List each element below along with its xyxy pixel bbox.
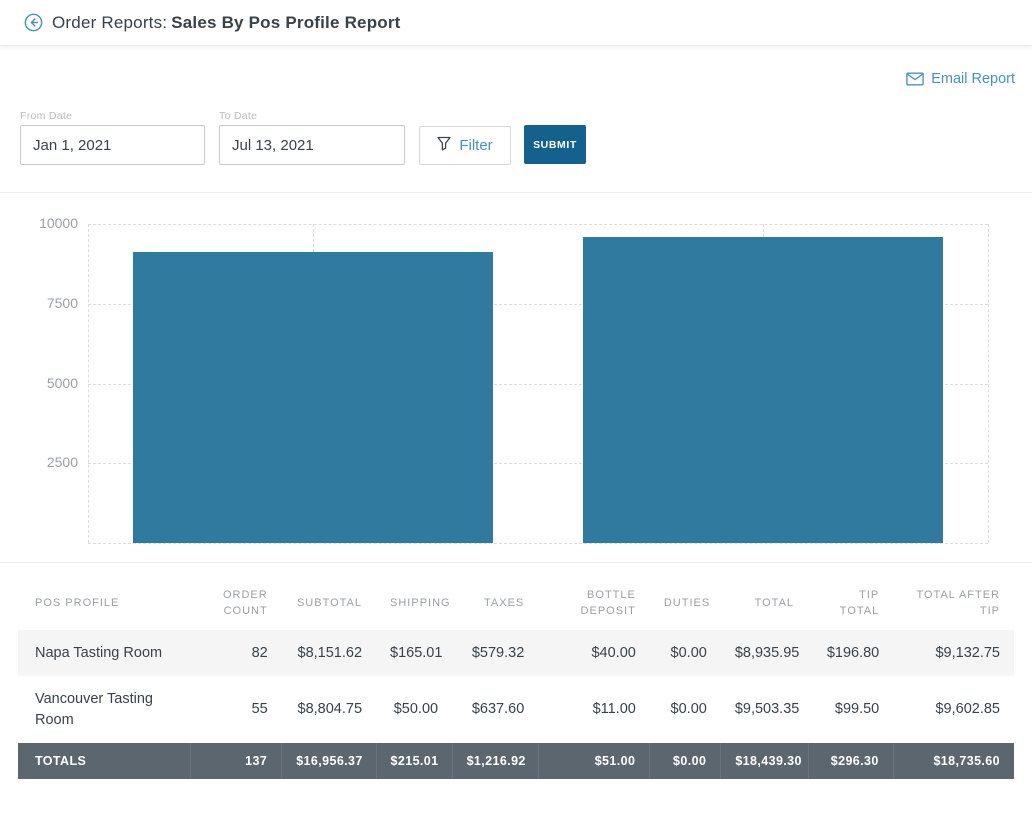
table-cell: $8,935.95 [734, 645, 800, 661]
sales-bar-chart: 10000 7500 5000 2500 [0, 200, 1032, 560]
y-axis-tick-label: 2500 [46, 454, 78, 471]
table-cell: $637.60 [471, 701, 525, 718]
column-header: ORDER COUNT [222, 589, 268, 617]
table-cell: 82 [251, 645, 268, 661]
from-date-input[interactable] [20, 125, 205, 165]
column-header: TOTAL [754, 597, 795, 610]
totals-cell: 137 [189, 742, 282, 779]
table-cell: $40.00 [591, 645, 636, 661]
column-header: POS PROFILE [35, 597, 120, 610]
chart-bar[interactable] [133, 251, 493, 543]
chart-gridline [88, 224, 988, 225]
table-header-row: POS PROFILE ORDER COUNT SUBTOTAL SHIPPING TA… [18, 580, 1014, 630]
page-title-prefix: Order Reports: [52, 12, 168, 32]
column-header: BOTTLE DEPOSIT [580, 589, 636, 617]
table-cell: $196.80 [826, 645, 880, 661]
table-cell: $50.00 [393, 701, 439, 718]
email-report-label: Email Report [931, 71, 1015, 87]
back-icon[interactable] [24, 13, 43, 32]
column-header: TAXES [484, 597, 525, 610]
table-cell: $8,804.75 [297, 701, 363, 718]
from-date-field: From Date [20, 110, 205, 165]
totals-cell: $51.00 [537, 742, 650, 779]
table-cell: $9,132.75 [935, 645, 1000, 661]
y-axis-tick-label: 10000 [39, 215, 78, 231]
y-axis-tick-label: 7500 [46, 294, 78, 311]
filter-button[interactable]: Filter [419, 126, 511, 165]
report-table: POS PROFILE ORDER COUNT SUBTOTAL SHIPPING TA… [18, 580, 1014, 779]
totals-cell: $0.00 [649, 742, 721, 779]
table-row[interactable]: Napa Tasting Room 82 $8,151.62 $165.01 $579.… [18, 630, 1014, 677]
table-cell: $11.00 [592, 701, 636, 718]
totals-cell: $16,956.37 [281, 742, 377, 779]
funnel-icon [437, 136, 451, 155]
table-cell: $0.00 [670, 701, 707, 718]
chart-baseline [88, 543, 988, 544]
column-header: TIP TOTAL [839, 589, 880, 617]
to-date-field: To Date [219, 110, 405, 165]
table-cell: 55 [251, 701, 268, 718]
totals-cell: $1,216.92 [451, 742, 539, 779]
section-divider-top [0, 192, 1032, 193]
table-cell: $0.00 [670, 645, 707, 661]
column-header: SUBTOTAL [296, 597, 363, 610]
to-date-input[interactable] [219, 125, 405, 165]
email-report-button[interactable]: Email Report [906, 71, 1015, 87]
chart-bar[interactable] [583, 236, 943, 543]
table-cell: $9,503.35 [734, 701, 800, 718]
y-axis-tick-label: 5000 [46, 374, 78, 391]
table-row[interactable]: Vancouver Tasting Room 55 $8,804.75 $50.00 $… [18, 676, 1014, 743]
section-divider-bottom [0, 562, 1032, 563]
to-date-label: To Date [219, 110, 258, 122]
totals-cell: $18,735.60 [892, 742, 1014, 779]
table-cell: $99.50 [834, 701, 880, 718]
filter-button-label: Filter [459, 137, 493, 154]
table-body: Napa Tasting Room 82 $8,151.62 $165.01 $579.… [18, 630, 1014, 743]
column-header: SHIPPING [390, 597, 451, 610]
totals-cell: $215.01 [375, 742, 453, 779]
totals-cell: $18,439.30 [720, 742, 809, 779]
envelope-icon [906, 72, 924, 86]
table-cell: Napa Tasting Room [35, 645, 163, 661]
page-title-report-name: Sales By Pos Profile Report [171, 12, 401, 32]
totals-cell: $296.30 [807, 742, 894, 779]
table-cell: $579.32 [471, 645, 525, 661]
table-cell: $165.01 [390, 645, 443, 661]
y-axis-line [88, 224, 89, 543]
submit-button[interactable]: SUBMIT [524, 125, 586, 164]
app-header: Order Reports: Sales By Pos Profile Repor… [0, 0, 1032, 46]
column-header: DUTIES [663, 597, 711, 610]
totals-cell: TOTALS [18, 742, 191, 779]
from-date-label: From Date [20, 110, 73, 122]
table-cell: Vancouver Tasting Room [35, 691, 153, 728]
page-title: Order Reports: Sales By Pos Profile Repor… [52, 13, 401, 33]
table-cell: $9,602.85 [935, 701, 1000, 718]
column-header: TOTAL AFTER TIP [916, 589, 1000, 617]
table-cell: $8,151.62 [297, 645, 363, 661]
plot-right-border [988, 224, 989, 543]
table-totals-row: TOTALS 137 $16,956.37 $215.01 $1,216.92 $51.0… [18, 742, 1014, 779]
